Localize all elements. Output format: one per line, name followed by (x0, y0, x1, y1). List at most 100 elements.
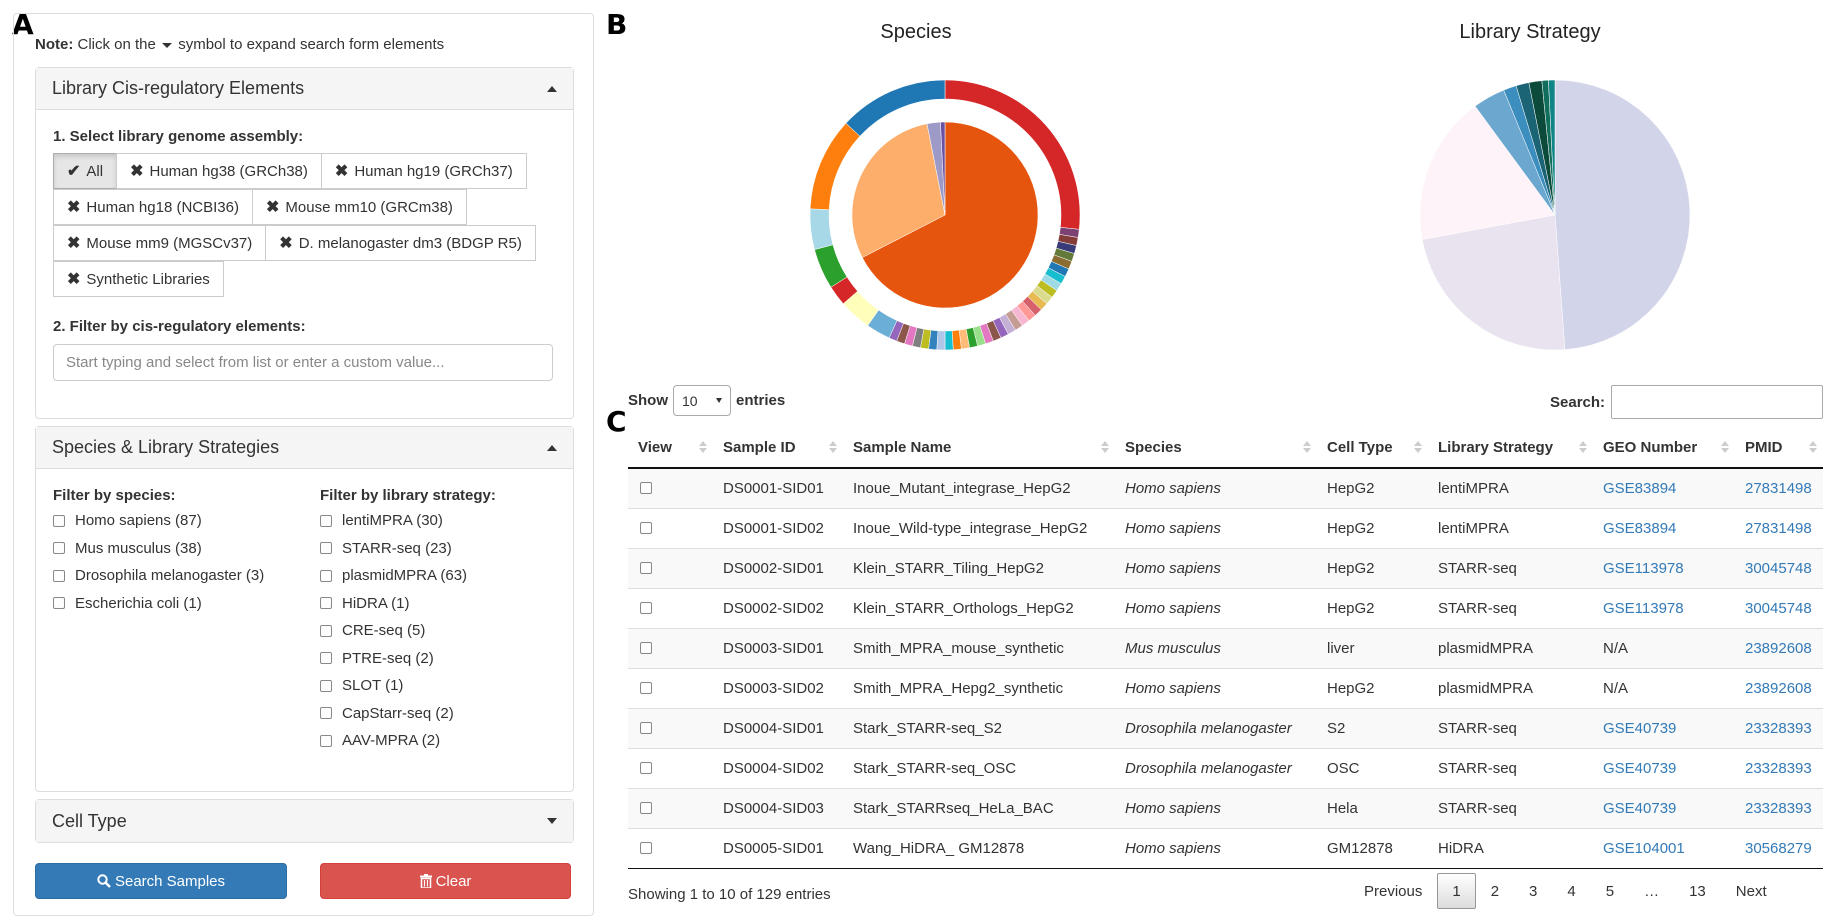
pagination: Previous 1 2 3 4 5 … 13 Next (1349, 873, 1782, 909)
strategy-checkbox-item[interactable]: CapStarr-seq (2) (320, 700, 467, 728)
cre-filter-input[interactable] (53, 344, 553, 381)
strategy-checkbox[interactable] (320, 597, 332, 610)
strategy-checkbox-item[interactable]: AAV-MPRA (2) (320, 727, 467, 755)
view-checkbox[interactable] (640, 602, 652, 614)
strategy-checkbox[interactable] (320, 707, 332, 720)
column-header-species[interactable]: Species (1115, 428, 1317, 469)
strategy-checkbox[interactable] (320, 679, 332, 692)
pmid-link[interactable]: 30568279 (1745, 840, 1812, 857)
pagination-page[interactable]: 3 (1514, 873, 1552, 909)
pmid-link[interactable]: 27831498 (1745, 480, 1812, 497)
pagination-page[interactable]: 13 (1674, 873, 1721, 909)
pmid-link[interactable]: 30045748 (1745, 560, 1812, 577)
species-cell: Homo sapiens (1115, 667, 1317, 708)
pmid-link[interactable]: 23892608 (1745, 640, 1812, 657)
table-search-input[interactable] (1611, 385, 1824, 419)
pmid-link[interactable]: 23328393 (1745, 720, 1812, 737)
geo-number-cell: GSE83894 (1593, 467, 1735, 508)
strategy-checkbox[interactable] (320, 542, 332, 555)
clear-button[interactable]: Clear (320, 863, 571, 899)
species-checkbox-item[interactable]: Mus musculus (38) (53, 535, 264, 563)
species-checkbox[interactable] (53, 542, 65, 555)
geo-number-link[interactable]: GSE83894 (1603, 480, 1676, 497)
geo-number-link[interactable]: GSE40739 (1603, 720, 1676, 737)
assembly-hg38-button[interactable]: ✖ Human hg38 (GRCh38) (116, 153, 322, 189)
column-header-library-strategy[interactable]: Library Strategy (1428, 428, 1593, 469)
assembly-mm10-button[interactable]: ✖ Mouse mm10 (GRCm38) (251, 189, 467, 225)
strategy-checkbox-item[interactable]: CRE-seq (5) (320, 617, 467, 645)
assembly-all-button[interactable]: ✔ All (53, 153, 118, 189)
assembly-hg18-button[interactable]: ✖ Human hg18 (NCBI36) (53, 189, 253, 225)
strategy-checkbox-item[interactable]: PTRE-seq (2) (320, 645, 467, 673)
view-checkbox[interactable] (640, 842, 652, 854)
geo-number-link[interactable]: GSE40739 (1603, 800, 1676, 817)
cross-icon: ✖ (265, 199, 280, 216)
caret-down-icon (162, 42, 173, 48)
view-checkbox[interactable] (640, 682, 652, 694)
geo-number-link[interactable]: GSE40739 (1603, 760, 1676, 777)
strategy-checkbox-item[interactable]: lentiMPRA (30) (320, 507, 467, 535)
column-header-view[interactable]: View (628, 428, 713, 469)
strategy-checkbox[interactable] (320, 624, 332, 637)
species-checkbox-item[interactable]: Drosophila melanogaster (3) (53, 562, 264, 590)
species-checkbox-item[interactable]: Escherichia coli (1) (53, 590, 264, 618)
search-samples-button[interactable]: Search Samples (35, 863, 287, 899)
page-size-select[interactable]: 10 (673, 385, 731, 416)
column-header-sample-id[interactable]: Sample ID (713, 428, 843, 469)
pmid-link[interactable]: 23328393 (1745, 800, 1812, 817)
pmid-link[interactable]: 30045748 (1745, 600, 1812, 617)
strategy-checkbox-item[interactable]: STARR-seq (23) (320, 535, 467, 563)
cell-type-header[interactable]: Cell Type (36, 800, 573, 842)
pmid-link[interactable]: 23328393 (1745, 760, 1812, 777)
pmid-link[interactable]: 23892608 (1745, 680, 1812, 697)
column-header-sample-name[interactable]: Sample Name (843, 428, 1115, 469)
library-accordion-header[interactable]: Library Cis-regulatory Elements (36, 68, 573, 110)
view-checkbox[interactable] (640, 762, 652, 774)
strategy-checkbox[interactable] (320, 652, 332, 665)
pagination-previous[interactable]: Previous (1349, 873, 1437, 909)
assembly-mm9-button[interactable]: ✖ Mouse mm9 (MGSCv37) (53, 225, 267, 261)
assembly-hg19-button[interactable]: ✖ Human hg19 (GRCh37) (320, 153, 527, 189)
strategy-checkbox[interactable] (320, 514, 332, 527)
pagination-page[interactable]: 2 (1476, 873, 1514, 909)
species-strategy-header[interactable]: Species & Library Strategies (36, 427, 573, 469)
strategy-checkbox-item[interactable]: SLOT (1) (320, 672, 467, 700)
view-checkbox[interactable] (640, 522, 652, 534)
pagination-page[interactable]: 4 (1552, 873, 1590, 909)
species-checkbox[interactable] (53, 569, 65, 582)
strategy-checkbox-item[interactable]: plasmidMPRA (63) (320, 562, 467, 590)
pagination-page[interactable]: 5 (1591, 873, 1629, 909)
strategy-checkbox-item[interactable]: HiDRA (1) (320, 590, 467, 618)
geo-number-link[interactable]: GSE83894 (1603, 520, 1676, 537)
view-checkbox[interactable] (640, 802, 652, 814)
pmid-cell: 27831498 (1735, 507, 1823, 548)
pmid-cell: 30045748 (1735, 547, 1823, 588)
column-header-pmid[interactable]: PMID (1735, 428, 1823, 469)
library-strategy-cell: STARR-seq (1428, 707, 1593, 748)
library-strategy-cell: lentiMPRA (1428, 467, 1593, 508)
view-checkbox[interactable] (640, 562, 652, 574)
pagination-page[interactable]: 1 (1437, 873, 1476, 909)
sample-id-cell: DS0002-SID02 (713, 587, 843, 628)
strategy-checkbox[interactable] (320, 569, 332, 582)
column-header-cell-type[interactable]: Cell Type (1317, 428, 1428, 469)
caret-down-icon (716, 398, 722, 403)
species-checkbox-item[interactable]: Homo sapiens (87) (53, 507, 264, 535)
strategy-checkbox[interactable] (320, 734, 332, 747)
view-checkbox[interactable] (640, 482, 652, 495)
assembly-dm3-button[interactable]: ✖ D. melanogaster dm3 (BDGP R5) (265, 225, 536, 261)
species-checkbox[interactable] (53, 597, 65, 610)
sort-icon (1414, 441, 1422, 453)
view-checkbox[interactable] (640, 722, 652, 734)
pmid-link[interactable]: 27831498 (1745, 520, 1812, 537)
geo-number-link[interactable]: GSE113978 (1603, 600, 1684, 617)
cross-icon: ✖ (67, 235, 81, 252)
species-checkbox[interactable] (53, 514, 65, 527)
column-header-geo-number[interactable]: GEO Number (1593, 428, 1735, 469)
view-checkbox[interactable] (640, 642, 652, 654)
pagination-next[interactable]: Next (1721, 873, 1782, 909)
assembly-synthetic-button[interactable]: ✖ Synthetic Libraries (53, 261, 224, 297)
geo-number-link[interactable]: GSE104001 (1603, 840, 1685, 857)
geo-number-link[interactable]: GSE113978 (1603, 560, 1684, 577)
strategy-checkbox-list: lentiMPRA (30) STARR-seq (23) plasmidMPRA … (320, 507, 467, 755)
